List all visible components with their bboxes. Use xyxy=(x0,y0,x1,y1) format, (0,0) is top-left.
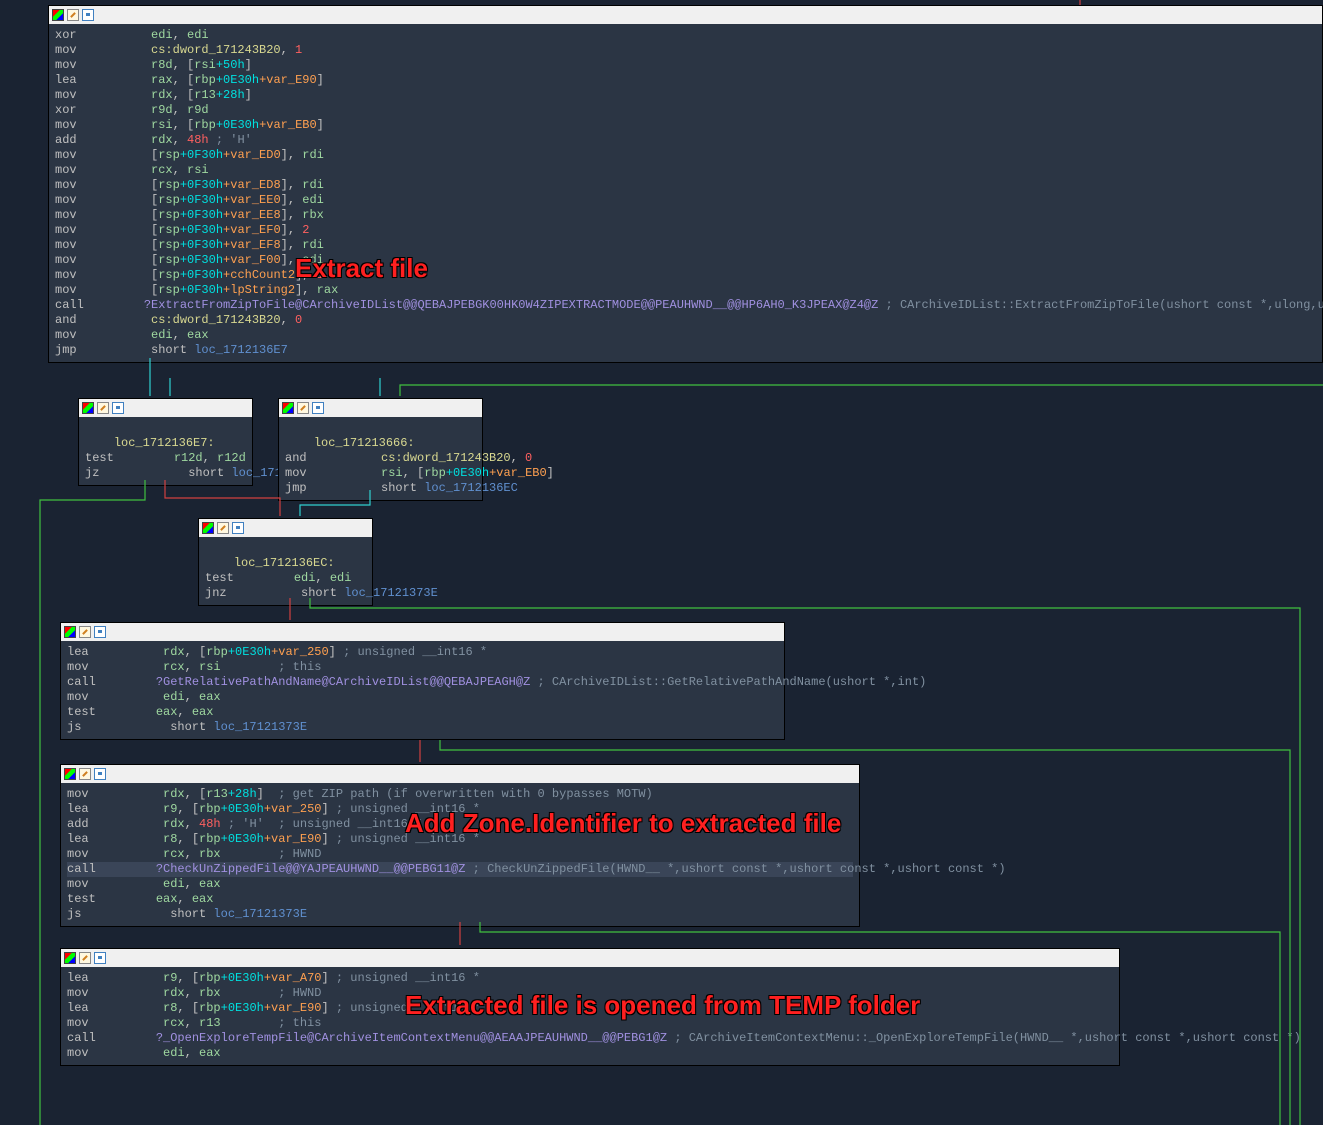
block-label: loc_1712136E7: xyxy=(114,436,215,450)
block-loc-171213666[interactable]: loc_171213666: and cs:dword_171243B20, 0… xyxy=(278,398,483,501)
flow-icon[interactable] xyxy=(82,9,94,21)
block-header xyxy=(79,399,252,417)
block-body[interactable]: lea rdx, [rbp+0E30h+var_250] ; unsigned … xyxy=(61,641,784,739)
block-getrelativepath[interactable]: lea rdx, [rbp+0E30h+var_250] ; unsigned … xyxy=(60,622,785,740)
color-icon[interactable] xyxy=(64,626,76,638)
block-header xyxy=(279,399,482,417)
color-icon[interactable] xyxy=(64,768,76,780)
flow-icon[interactable] xyxy=(94,626,106,638)
block-body[interactable]: mov rdx, [r13+28h] ; get ZIP path (if ov… xyxy=(61,783,859,926)
block-header xyxy=(199,519,372,537)
edit-icon[interactable] xyxy=(79,626,91,638)
block-header xyxy=(61,623,784,641)
block-checkunzipped[interactable]: mov rdx, [r13+28h] ; get ZIP path (if ov… xyxy=(60,764,860,927)
block-header xyxy=(49,6,1322,24)
block-extract[interactable]: xor edi, edimov cs:dword_171243B20, 1mov… xyxy=(48,5,1323,363)
block-body[interactable]: xor edi, edimov cs:dword_171243B20, 1mov… xyxy=(49,24,1322,362)
flow-icon[interactable] xyxy=(312,402,324,414)
edit-icon[interactable] xyxy=(79,768,91,780)
edit-icon[interactable] xyxy=(67,9,79,21)
color-icon[interactable] xyxy=(82,402,94,414)
flow-icon[interactable] xyxy=(232,522,244,534)
block-header xyxy=(61,949,1119,967)
color-icon[interactable] xyxy=(202,522,214,534)
block-label: loc_171213666: xyxy=(314,436,415,450)
edit-icon[interactable] xyxy=(79,952,91,964)
block-loc-1712136E7[interactable]: loc_1712136E7: test r12d, r12djz short l… xyxy=(78,398,253,486)
block-loc-1712136EC[interactable]: loc_1712136EC: test edi, edijnz short lo… xyxy=(198,518,373,606)
block-body[interactable]: loc_1712136E7: test r12d, r12djz short l… xyxy=(79,417,252,485)
block-body[interactable]: lea r9, [rbp+0E30h+var_A70] ; unsigned _… xyxy=(61,967,1119,1065)
edit-icon[interactable] xyxy=(97,402,109,414)
block-label: loc_1712136EC: xyxy=(234,556,335,570)
block-header xyxy=(61,765,859,783)
color-icon[interactable] xyxy=(52,9,64,21)
flow-icon[interactable] xyxy=(94,768,106,780)
block-openexplore[interactable]: lea r9, [rbp+0E30h+var_A70] ; unsigned _… xyxy=(60,948,1120,1066)
flow-icon[interactable] xyxy=(94,952,106,964)
color-icon[interactable] xyxy=(282,402,294,414)
block-body[interactable]: loc_171213666: and cs:dword_171243B20, 0… xyxy=(279,417,482,500)
edit-icon[interactable] xyxy=(297,402,309,414)
flow-icon[interactable] xyxy=(112,402,124,414)
color-icon[interactable] xyxy=(64,952,76,964)
block-body[interactable]: loc_1712136EC: test edi, edijnz short lo… xyxy=(199,537,372,605)
edit-icon[interactable] xyxy=(217,522,229,534)
